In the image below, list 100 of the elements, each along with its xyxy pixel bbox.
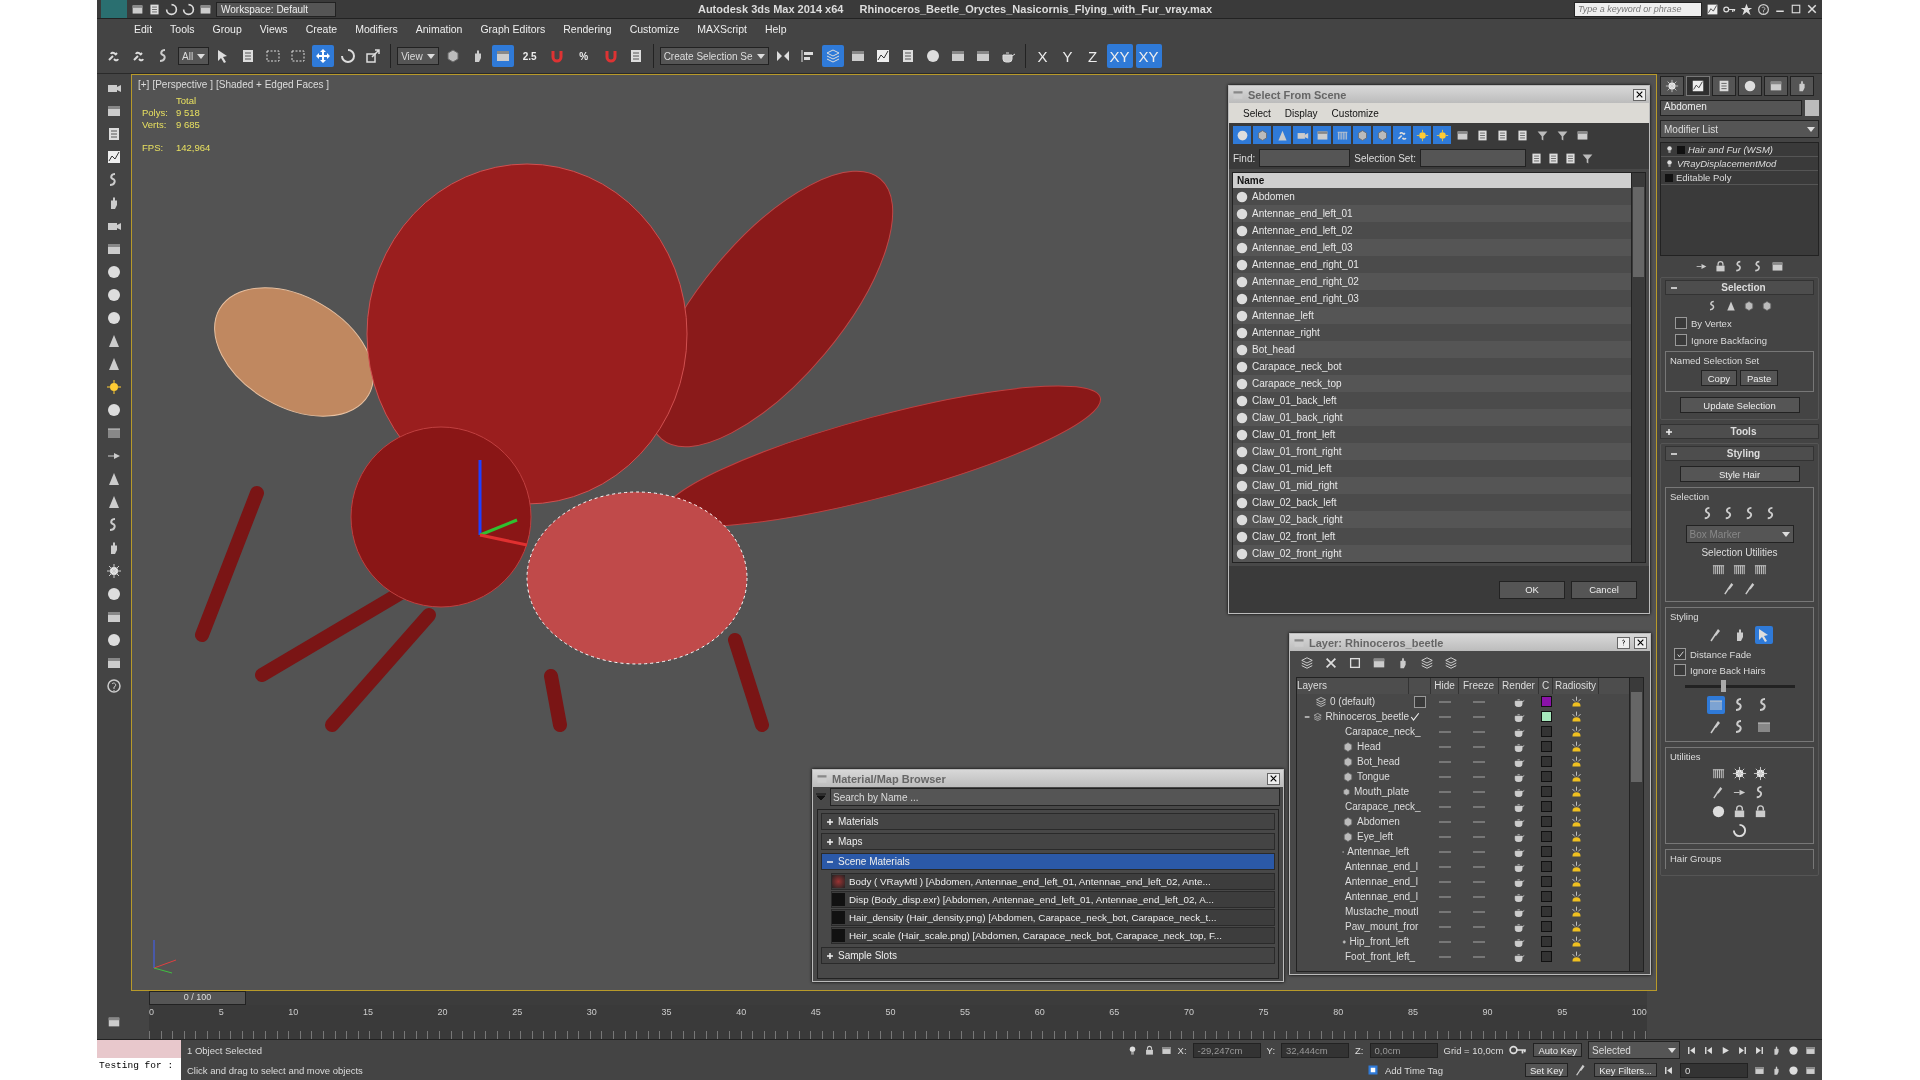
panel-tab[interactable]: [1686, 76, 1710, 96]
script-listener-output[interactable]: Testing for :: [97, 1058, 181, 1080]
layer-name[interactable]: Hip_front_left: [1349, 936, 1409, 947]
radiosity-icon[interactable]: [1569, 920, 1583, 933]
layer-color-swatch[interactable]: [1540, 771, 1552, 782]
filter-icon[interactable]: [1555, 128, 1569, 142]
layer-name[interactable]: Foot_front_left_: [1345, 951, 1416, 962]
layer-color-swatch[interactable]: [1540, 876, 1552, 887]
object-name[interactable]: Bot_head: [1252, 344, 1295, 355]
axis-constraint-button[interactable]: Z: [1081, 44, 1104, 68]
dropdown[interactable]: All: [178, 47, 210, 65]
radiosity-icon[interactable]: [1569, 890, 1583, 903]
axis-constraint-button[interactable]: Y: [1056, 44, 1079, 68]
hide-toggle[interactable]: [1439, 850, 1451, 853]
menu-item[interactable]: Customize: [1331, 107, 1379, 119]
layer-name[interactable]: Mustache_moutl: [1345, 906, 1419, 917]
object-name[interactable]: Claw_01_back_right: [1252, 412, 1343, 423]
layer-name[interactable]: Antennae_left: [1347, 846, 1409, 857]
layer-color-swatch[interactable]: [1540, 921, 1552, 932]
layer-name[interactable]: Mouth_plate: [1353, 786, 1409, 797]
axis-constraint-button[interactable]: XY: [1135, 44, 1162, 68]
radiosity-icon[interactable]: [1569, 740, 1583, 753]
dropdown[interactable]: View: [397, 47, 439, 65]
layer-name[interactable]: Paw_mount_fror: [1345, 921, 1419, 932]
window-icon[interactable]: [106, 103, 122, 119]
axis-constraint-button[interactable]: X: [1031, 44, 1054, 68]
hide-toggle[interactable]: [1439, 745, 1451, 748]
coordinate-field[interactable]: 32,444cm: [1281, 1042, 1350, 1058]
coordinate-field[interactable]: -29,247cm: [1192, 1042, 1261, 1058]
hand-icon[interactable]: [1771, 1064, 1782, 1076]
hide-toggle[interactable]: [1439, 895, 1451, 898]
layer-name[interactable]: Tongue: [1357, 771, 1390, 782]
category-header[interactable]: Scene Materials: [821, 853, 1275, 870]
graph-icon[interactable]: [1706, 2, 1719, 16]
dropdown[interactable]: Create Selection Se: [659, 47, 769, 65]
list-icon[interactable]: [1529, 151, 1543, 165]
lock-icon[interactable]: [1732, 804, 1747, 819]
list-icon[interactable]: [1515, 128, 1529, 142]
close-button[interactable]: [1633, 88, 1646, 101]
slider-thumb[interactable]: [1721, 680, 1726, 692]
layer-name[interactable]: Carapace_neck_: [1345, 801, 1421, 812]
layer-name[interactable]: Antennae_end_l: [1345, 861, 1418, 872]
time-slider-track[interactable]: 0 / 100: [149, 991, 1647, 1005]
radiosity-icon[interactable]: [1569, 815, 1583, 828]
category-header[interactable]: Materials: [821, 813, 1275, 830]
hide-toggle[interactable]: [1439, 700, 1451, 703]
current-frame-field[interactable]: 0: [1680, 1062, 1748, 1078]
freeze-toggle[interactable]: [1473, 760, 1485, 763]
window-icon[interactable]: [1754, 1064, 1765, 1076]
object-name[interactable]: Claw_02_front_right: [1252, 548, 1342, 559]
radiosity-icon[interactable]: [1569, 905, 1583, 918]
checkbox[interactable]: [1675, 317, 1687, 329]
window-icon[interactable]: [1575, 128, 1589, 142]
comb-icon[interactable]: [1732, 562, 1747, 577]
material-item[interactable]: Heir_scale (Hair_scale.png) [Abdomen, Carapace_neck_bot, Carapace_neck_top, F...: [831, 927, 1275, 944]
category-header[interactable]: Maps: [821, 833, 1275, 850]
expand-icon[interactable]: [826, 817, 834, 826]
object-name[interactable]: Antennae_end_left_03: [1252, 242, 1353, 253]
material-item[interactable]: Hair_density (Hair_density.png) [Abdomen, Carapace_neck_bot, Carapace_neck_t...: [831, 909, 1275, 926]
sphere-icon[interactable]: [106, 264, 122, 280]
rotate-icon[interactable]: [182, 2, 195, 16]
scrollbar[interactable]: [1629, 678, 1643, 971]
cone-icon[interactable]: [1724, 300, 1737, 312]
material-item[interactable]: Disp (Body_disp.exr) [Abdomen, Antennae_end_left_01, Antennae_end_left_02, A...: [831, 891, 1275, 908]
next-frame-icon[interactable]: [1754, 1044, 1765, 1056]
sun-icon[interactable]: [1415, 128, 1429, 142]
snap-toggle-button[interactable]: 2.5: [516, 45, 543, 67]
freeze-toggle[interactable]: [1473, 715, 1485, 718]
object-name[interactable]: Antennae_end_left_02: [1252, 225, 1353, 236]
window-icon[interactable]: [106, 241, 122, 257]
rollout-header[interactable]: Styling: [1665, 446, 1814, 461]
panel-tab[interactable]: [1790, 76, 1814, 96]
radiosity-icon[interactable]: [1569, 695, 1583, 708]
window-icon[interactable]: [107, 1015, 121, 1029]
lock-icon[interactable]: [1143, 1044, 1155, 1056]
object-name[interactable]: Antennae_left: [1252, 310, 1314, 321]
menu-item[interactable]: Rendering: [554, 23, 621, 35]
object-name[interactable]: Claw_01_front_left: [1252, 429, 1336, 440]
hand-icon[interactable]: [1771, 1044, 1782, 1056]
layer-color-swatch[interactable]: [1540, 726, 1552, 737]
auto-key-button[interactable]: Auto Key: [1533, 1043, 1582, 1057]
hide-toggle[interactable]: [1439, 775, 1451, 778]
freeze-toggle[interactable]: [1473, 895, 1485, 898]
burst-icon[interactable]: [1732, 766, 1747, 781]
play-icon[interactable]: [1720, 1044, 1731, 1056]
key-filters-button[interactable]: Key Filters...: [1594, 1063, 1657, 1077]
column-header[interactable]: Freeze: [1459, 678, 1499, 694]
time-slider-thumb[interactable]: 0 / 100: [149, 991, 246, 1005]
layer-color-swatch[interactable]: [1540, 741, 1552, 752]
add-time-tag-label[interactable]: Add Time Tag: [1385, 1064, 1443, 1076]
panel-tab[interactable]: [1660, 76, 1684, 96]
light-bulb-icon[interactable]: [1665, 159, 1674, 168]
radiosity-icon[interactable]: [1569, 800, 1583, 813]
object-name[interactable]: Carapace_neck_bot: [1252, 361, 1342, 372]
object-name[interactable]: Antennae_end_left_01: [1252, 208, 1353, 219]
hide-toggle[interactable]: [1439, 910, 1451, 913]
radiosity-icon[interactable]: [1569, 770, 1583, 783]
layer-name[interactable]: 0 (default): [1330, 696, 1376, 707]
layer-color-swatch[interactable]: [1540, 936, 1552, 947]
layer-color-swatch[interactable]: [1540, 786, 1552, 797]
